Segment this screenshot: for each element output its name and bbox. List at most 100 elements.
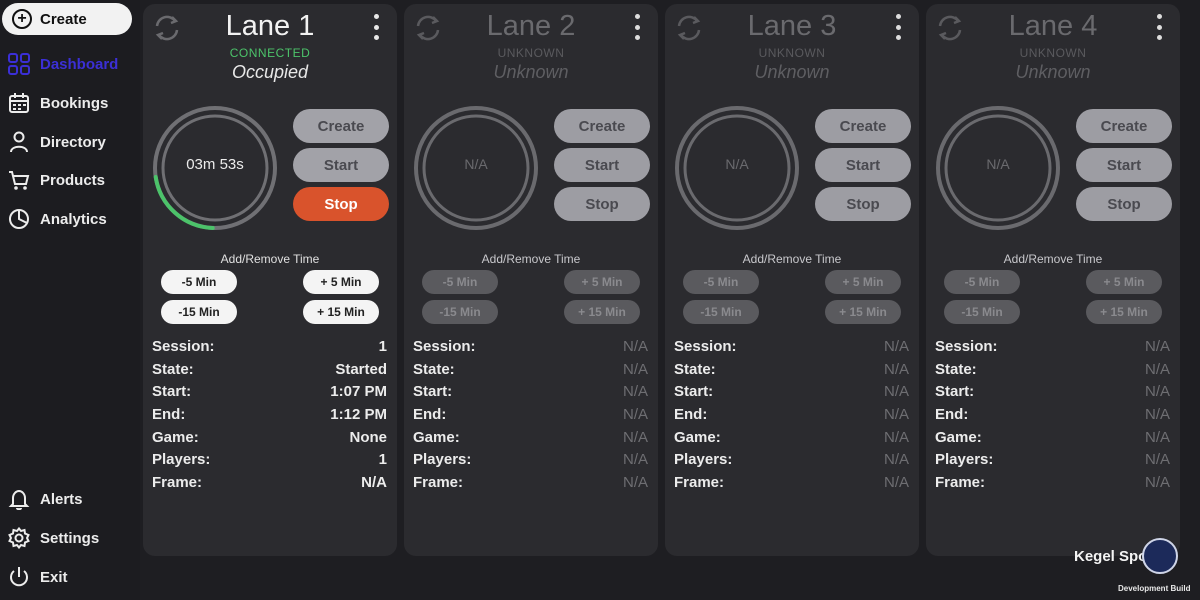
more-options-icon[interactable] bbox=[1152, 12, 1166, 42]
info-row: State: N/A bbox=[935, 361, 1170, 384]
info-value: N/A bbox=[361, 474, 387, 492]
timer-ring: N/A bbox=[673, 104, 801, 232]
info-value: N/A bbox=[1144, 428, 1170, 446]
sidebar-item-bookings[interactable]: Bookings bbox=[8, 90, 108, 116]
info-key: State: bbox=[935, 360, 977, 378]
plus-15-min-button[interactable]: + 15 Min bbox=[825, 300, 901, 324]
info-row: Frame: N/A bbox=[413, 474, 648, 497]
info-value: N/A bbox=[883, 474, 909, 492]
occupancy-status: Occupied bbox=[231, 62, 309, 82]
stop-button[interactable]: Stop bbox=[815, 187, 911, 221]
create-session-button[interactable]: Create bbox=[554, 109, 650, 143]
session-info: Session: N/A State: N/A Start: N/A End: … bbox=[413, 338, 648, 497]
info-value: N/A bbox=[1144, 406, 1170, 424]
info-row: Session: 1 bbox=[152, 338, 387, 361]
minus-15-min-button[interactable]: -15 Min bbox=[683, 300, 759, 324]
info-row: Players: N/A bbox=[674, 451, 909, 474]
info-value: 1:07 PM bbox=[330, 383, 387, 401]
start-button[interactable]: Start bbox=[554, 148, 650, 182]
info-value: N/A bbox=[622, 474, 648, 492]
info-row: End: N/A bbox=[413, 406, 648, 429]
info-row: State: N/A bbox=[413, 361, 648, 384]
sidebar-item-products[interactable]: Products bbox=[8, 167, 105, 193]
plus-5-min-button[interactable]: + 5 Min bbox=[825, 270, 901, 294]
minus-5-min-button[interactable]: -5 Min bbox=[161, 270, 237, 294]
info-key: Start: bbox=[935, 383, 975, 401]
info-key: Game: bbox=[152, 428, 199, 446]
info-key: Frame: bbox=[413, 474, 464, 492]
info-key: State: bbox=[152, 360, 194, 378]
info-value: N/A bbox=[1144, 383, 1170, 401]
sidebar-item-settings[interactable]: Settings bbox=[8, 525, 99, 551]
sidebar-item-alerts[interactable]: Alerts bbox=[8, 486, 83, 512]
create-button[interactable]: + Create bbox=[2, 3, 132, 35]
info-row: State: N/A bbox=[674, 361, 909, 384]
info-key: Session: bbox=[152, 338, 215, 355]
info-value: N/A bbox=[883, 360, 909, 378]
sidebar-item-dashboard[interactable]: Dashboard bbox=[8, 51, 118, 77]
info-key: Session: bbox=[935, 338, 998, 355]
connection-status: UNKNOWN bbox=[1019, 46, 1087, 60]
start-button[interactable]: Start bbox=[815, 148, 911, 182]
stop-button[interactable]: Stop bbox=[554, 187, 650, 221]
plus-5-min-button[interactable]: + 5 Min bbox=[1086, 270, 1162, 294]
plus-15-min-button[interactable]: + 15 Min bbox=[564, 300, 640, 324]
info-row: Players: N/A bbox=[413, 451, 648, 474]
more-options-icon[interactable] bbox=[630, 12, 644, 42]
info-key: Players: bbox=[674, 451, 733, 469]
stop-button[interactable]: Stop bbox=[293, 187, 389, 221]
minus-5-min-button[interactable]: -5 Min bbox=[683, 270, 759, 294]
info-key: End: bbox=[413, 406, 447, 424]
info-row: Start: 1:07 PM bbox=[152, 383, 387, 406]
info-row: End: N/A bbox=[935, 406, 1170, 429]
create-session-button[interactable]: Create bbox=[1076, 109, 1172, 143]
create-session-button[interactable]: Create bbox=[815, 109, 911, 143]
sidebar-item-exit[interactable]: Exit bbox=[8, 564, 68, 590]
start-button[interactable]: Start bbox=[1076, 148, 1172, 182]
info-row: State: Started bbox=[152, 361, 387, 384]
info-key: State: bbox=[674, 360, 716, 378]
start-button[interactable]: Start bbox=[293, 148, 389, 182]
plus-icon: + bbox=[12, 9, 32, 29]
sidebar-item-label: Products bbox=[40, 171, 106, 189]
info-key: State: bbox=[413, 360, 455, 378]
info-key: Players: bbox=[413, 451, 472, 469]
minus-5-min-button[interactable]: -5 Min bbox=[422, 270, 498, 294]
create-label: Create bbox=[40, 10, 87, 28]
connection-status: UNKNOWN bbox=[497, 46, 565, 60]
calendar-icon bbox=[8, 92, 30, 114]
minus-15-min-button[interactable]: -15 Min bbox=[422, 300, 498, 324]
info-value: 1 bbox=[378, 338, 387, 355]
minus-15-min-button[interactable]: -15 Min bbox=[161, 300, 237, 324]
plus-5-min-button[interactable]: + 5 Min bbox=[564, 270, 640, 294]
sidebar-item-analytics[interactable]: Analytics bbox=[8, 206, 107, 232]
info-value: N/A bbox=[622, 360, 648, 378]
plus-15-min-button[interactable]: + 15 Min bbox=[303, 300, 379, 324]
more-options-icon[interactable] bbox=[891, 12, 905, 42]
stop-button[interactable]: Stop bbox=[1076, 187, 1172, 221]
info-value: N/A bbox=[883, 451, 909, 469]
more-options-icon[interactable] bbox=[369, 12, 383, 42]
plus-5-min-button[interactable]: + 5 Min bbox=[303, 270, 379, 294]
minus-15-min-button[interactable]: -15 Min bbox=[944, 300, 1020, 324]
minus-5-min-button[interactable]: -5 Min bbox=[944, 270, 1020, 294]
info-key: Game: bbox=[413, 428, 460, 446]
info-value: N/A bbox=[1144, 451, 1170, 469]
info-value: 1:12 PM bbox=[330, 406, 387, 424]
power-icon bbox=[8, 566, 30, 588]
sidebar-item-directory[interactable]: Directory bbox=[8, 129, 106, 155]
info-key: End: bbox=[152, 406, 186, 424]
info-value: N/A bbox=[622, 338, 648, 355]
timer-ring: N/A bbox=[412, 104, 540, 232]
connection-status: UNKNOWN bbox=[758, 46, 826, 60]
add-remove-time-label: Add/Remove Time bbox=[220, 252, 320, 266]
info-value: N/A bbox=[622, 406, 648, 424]
plus-15-min-button[interactable]: + 15 Min bbox=[1086, 300, 1162, 324]
info-key: Players: bbox=[935, 451, 994, 469]
info-key: Start: bbox=[152, 383, 192, 401]
info-value: N/A bbox=[622, 383, 648, 401]
info-value: None bbox=[349, 428, 388, 446]
info-value: N/A bbox=[622, 451, 648, 469]
sidebar-item-label: Settings bbox=[40, 529, 100, 547]
create-session-button[interactable]: Create bbox=[293, 109, 389, 143]
